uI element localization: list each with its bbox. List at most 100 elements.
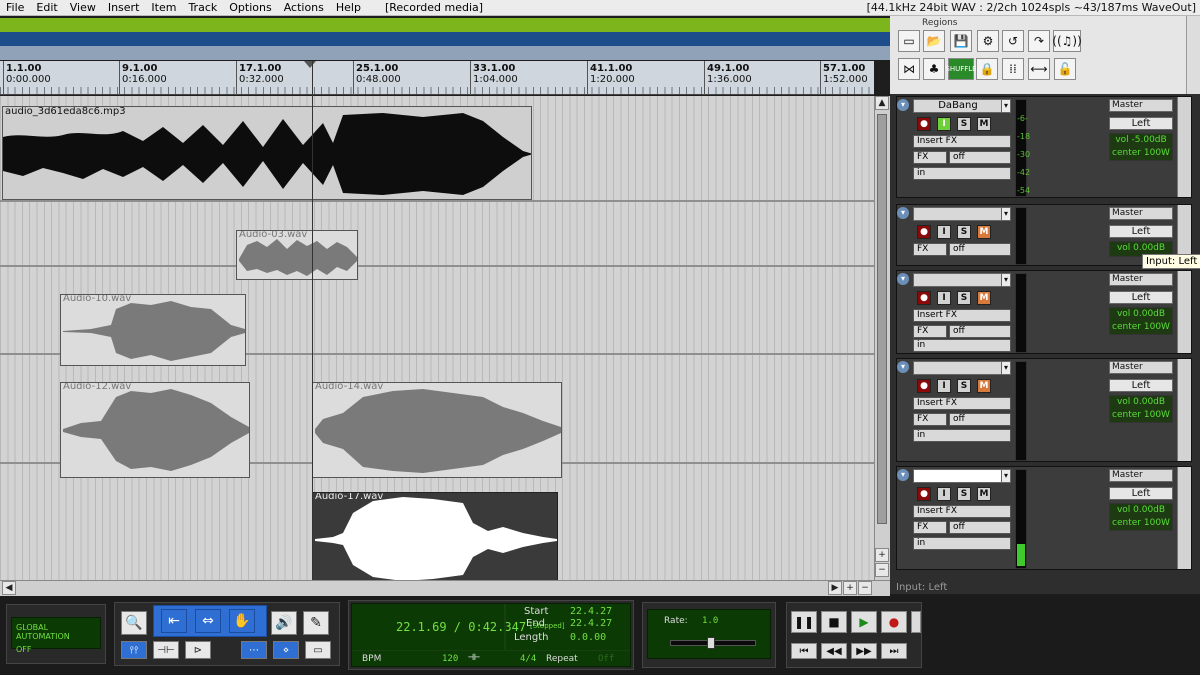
media-item-audio-03[interactable]: Audio-03.wav [236, 230, 358, 280]
mute-button[interactable]: M [977, 291, 991, 305]
length-value[interactable]: 0.0.00 [570, 632, 606, 643]
input-monitor-button[interactable]: I [937, 225, 951, 239]
new-project-icon[interactable]: ▭ [898, 30, 920, 52]
edit-cursor[interactable] [312, 61, 313, 580]
track-name[interactable]: DaBang [913, 99, 1003, 113]
zoom-out-icon[interactable]: − [875, 563, 889, 577]
menu-help[interactable]: Help [330, 0, 367, 16]
mute-button[interactable]: M [977, 117, 991, 131]
lock-icon[interactable]: 🔓 [1054, 58, 1076, 80]
track-name-dropdown-icon[interactable]: ▾ [1001, 207, 1011, 221]
zoom-in-icon[interactable]: + [875, 548, 889, 562]
volume-display[interactable]: vol 0.00dB center 100W [1109, 307, 1173, 335]
menu-actions[interactable]: Actions [278, 0, 330, 16]
track-strip-3[interactable]: ▾ ▾ ● I S M Insert FX FX off in Master L… [896, 270, 1192, 354]
strip-scroll[interactable] [1177, 467, 1191, 569]
media-item-main[interactable]: audio_3d61eda8c6.mp3 [2, 106, 532, 200]
solo-button[interactable]: S [957, 379, 971, 393]
master-route[interactable]: Master [1109, 207, 1173, 220]
snap-icon[interactable]: ⟷ [1028, 58, 1050, 80]
insert-fx-dropdown[interactable]: Insert FX [913, 309, 1011, 322]
insert-fx-dropdown[interactable]: Insert FX [913, 135, 1011, 148]
toolbar-scroll[interactable] [1186, 16, 1200, 94]
media-item-audio-17[interactable]: Audio-17.wav [312, 492, 558, 584]
input-select[interactable]: in [913, 429, 1011, 442]
pan-left[interactable]: Left [1109, 117, 1173, 130]
menu-edit[interactable]: Edit [30, 0, 63, 16]
fx-button[interactable]: FX [913, 325, 947, 338]
rate-value[interactable]: 1.0 [702, 616, 718, 626]
fx-button[interactable]: FX [913, 413, 947, 426]
solo-button[interactable]: S [957, 117, 971, 131]
region-lane[interactable] [0, 46, 890, 60]
input-select[interactable]: in [913, 167, 1011, 180]
zoom-tool-icon[interactable]: 🔍 [121, 611, 147, 635]
metronome-icon[interactable]: ((♫)) [1052, 30, 1082, 52]
trim-tool-icon[interactable]: ⇤ [161, 609, 187, 633]
media-item-audio-14[interactable]: Audio-14.wav [312, 382, 562, 478]
input-monitor-button[interactable]: I [937, 487, 951, 501]
repeat-state[interactable]: Off [598, 654, 614, 664]
go-end-button[interactable]: ⏭ [881, 643, 907, 659]
strip-scroll[interactable] [1177, 359, 1191, 461]
time-signature[interactable]: 4/4 [520, 654, 536, 664]
fast-forward-button[interactable]: ▶▶ [851, 643, 877, 659]
h-zoom-in-icon[interactable]: + [843, 581, 857, 595]
track-name[interactable] [913, 207, 1003, 221]
end-value[interactable]: 22.4.27 [570, 618, 612, 629]
undo-icon[interactable]: ↺ [1002, 30, 1024, 52]
folder-toggle-icon[interactable]: ▾ [897, 207, 909, 219]
pan-left[interactable]: Left [1109, 379, 1173, 392]
track-strip-1[interactable]: ▾ DaBang ▾ ● I S M Insert FX FX off in -… [896, 96, 1192, 198]
track-lanes[interactable]: audio_3d61eda8c6.mp3 Audio-03.wav Audio-… [0, 96, 874, 584]
nudge-icon[interactable]: ⊳ [185, 641, 211, 659]
pan-left[interactable]: Left [1109, 291, 1173, 304]
save-project-icon[interactable]: 💾 [950, 30, 972, 52]
scrub-tool-icon[interactable]: 🔊 [271, 611, 297, 635]
menu-file[interactable]: File [0, 0, 30, 16]
bpm-value[interactable]: 120 [442, 654, 458, 664]
stop-button[interactable]: ■ [821, 611, 847, 633]
menu-item[interactable]: Item [145, 0, 182, 16]
link-icon[interactable]: ⋯ [241, 641, 267, 659]
track-name-dropdown-icon[interactable]: ▾ [1001, 361, 1011, 375]
ripple-icon[interactable]: ⊣⊢ [153, 641, 179, 659]
track-name-dropdown-icon[interactable]: ▾ [1001, 273, 1011, 287]
master-route[interactable]: Master [1109, 361, 1173, 374]
record-arm-button[interactable]: ● [917, 487, 931, 501]
start-value[interactable]: 22.4.27 [570, 606, 612, 617]
volume-display[interactable]: vol -5.00dB center 100W [1109, 133, 1173, 161]
input-monitor-button[interactable]: I [937, 117, 951, 131]
shuffle-button[interactable]: SHUFFLE [945, 58, 977, 80]
menu-options[interactable]: Options [223, 0, 277, 16]
strip-scroll[interactable] [1177, 97, 1191, 197]
insert-fx-dropdown[interactable]: Insert FX [913, 397, 1011, 410]
play-button[interactable]: ▶ [851, 611, 877, 633]
global-automation-button[interactable]: GLOBAL AUTOMATION OFF [11, 617, 101, 654]
record-arm-button[interactable]: ● [917, 225, 931, 239]
scroll-up-icon[interactable]: ▲ [875, 96, 889, 110]
lock-envelope-icon[interactable]: 🔒 [976, 58, 998, 80]
record-button[interactable]: ● [881, 611, 907, 633]
fx-button[interactable]: FX [913, 243, 947, 256]
menu-track[interactable]: Track [182, 0, 223, 16]
menu-insert[interactable]: Insert [102, 0, 146, 16]
rate-slider-thumb[interactable] [707, 637, 715, 649]
folder-toggle-icon[interactable]: ▾ [897, 361, 909, 373]
track-name[interactable] [913, 469, 1003, 483]
volume-display[interactable]: vol 0.00dB center 100W [1109, 503, 1173, 531]
grid-icon[interactable]: ⁞⁞ [1002, 58, 1024, 80]
horizontal-scrollbar[interactable]: ◀ ▶ + − [0, 580, 890, 596]
fx-state[interactable]: off [949, 521, 1011, 534]
folder-toggle-icon[interactable]: ▾ [897, 273, 909, 285]
scroll-left-icon[interactable]: ◀ [2, 581, 16, 595]
master-route[interactable]: Master [1109, 469, 1173, 482]
time-selection-bar[interactable] [0, 18, 890, 32]
track-name-dropdown-icon[interactable]: ▾ [1001, 469, 1011, 483]
track-strip-5[interactable]: ▾ ▾ ● I S M Insert FX FX off in Master L… [896, 466, 1192, 570]
folder-toggle-icon[interactable]: ▾ [897, 469, 909, 481]
fx-button[interactable]: FX [913, 151, 947, 164]
crossfade-icon[interactable]: ⋄ [273, 641, 299, 659]
menu-view[interactable]: View [64, 0, 102, 16]
view-icon[interactable]: ▭ [305, 641, 331, 659]
